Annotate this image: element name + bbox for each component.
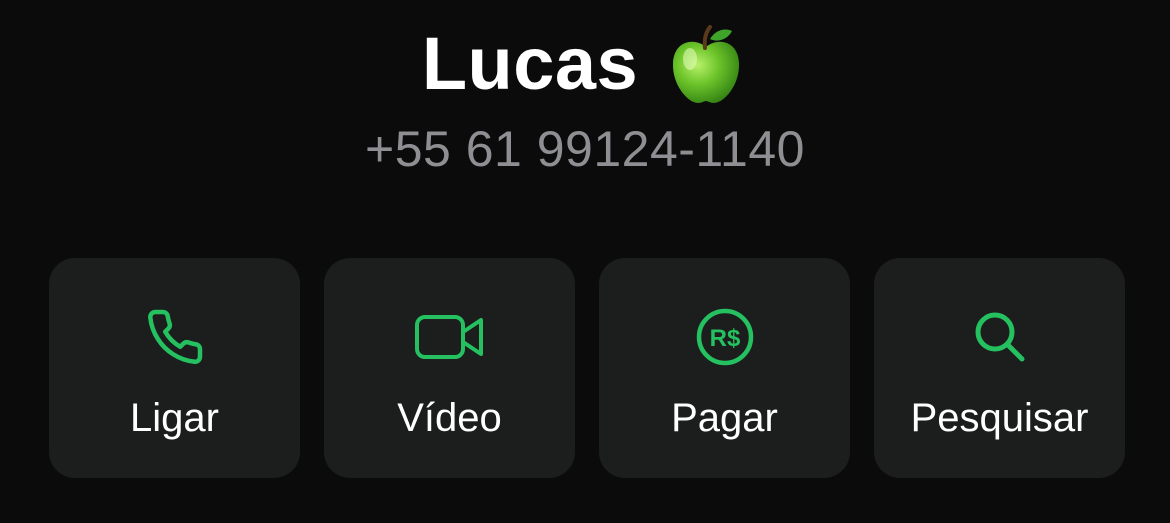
phone-icon (145, 306, 205, 368)
pay-button[interactable]: R$ Pagar (599, 258, 850, 478)
call-button[interactable]: Ligar (49, 258, 300, 478)
contact-phone: +55 61 99124-1140 (365, 121, 805, 177)
video-camera-icon (414, 306, 486, 368)
search-icon (970, 306, 1030, 368)
video-call-button[interactable]: Vídeo (324, 258, 575, 478)
real-currency-icon: R$ (694, 306, 756, 368)
call-button-label: Ligar (130, 396, 219, 440)
contact-name: Lucas (421, 21, 639, 105)
search-button[interactable]: Pesquisar (874, 258, 1125, 478)
action-buttons-row: Ligar Vídeo R$ Pagar Pesquisar (49, 258, 1125, 478)
name-row: Lucas (0, 18, 1170, 108)
video-call-button-label: Vídeo (397, 396, 502, 440)
svg-text:R$: R$ (709, 325, 740, 352)
green-apple-icon (664, 23, 748, 107)
contact-header: Lucas +55 61 99124-1140 (0, 18, 1170, 178)
pay-button-label: Pagar (671, 396, 778, 440)
search-button-label: Pesquisar (910, 396, 1089, 440)
